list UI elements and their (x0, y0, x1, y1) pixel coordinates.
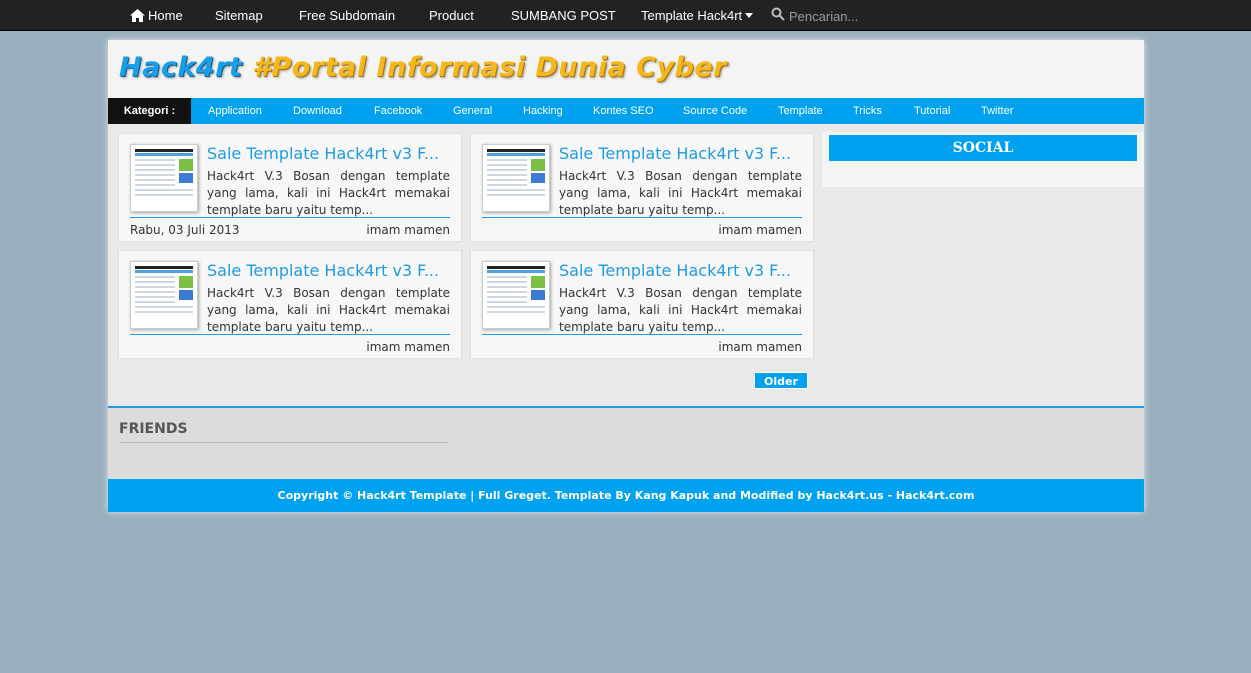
nav-item-label: Product (429, 8, 474, 23)
category-item-general[interactable]: General (453, 98, 492, 124)
post-divider (130, 334, 450, 335)
social-widget-title: SOCIAL (829, 135, 1137, 161)
category-item-source-code[interactable]: Source Code (683, 98, 747, 124)
search-box (771, 6, 951, 26)
post-author[interactable]: imam mamen (366, 223, 450, 237)
site-title[interactable]: Hack4rt #Portal Informasi Dunia Cyber (119, 52, 727, 83)
post-thumbnail[interactable] (130, 144, 198, 212)
post-title-link[interactable]: Sale Template Hack4rt v3 F... (559, 261, 804, 280)
nav-item-product[interactable]: Product (429, 0, 474, 31)
post-title-link[interactable]: Sale Template Hack4rt v3 F... (207, 144, 452, 163)
category-item-tricks[interactable]: Tricks (853, 98, 882, 124)
category-item-tutorial[interactable]: Tutorial (914, 98, 950, 124)
category-item-twitter[interactable]: Twitter (981, 98, 1013, 124)
category-item-download[interactable]: Download (293, 98, 342, 124)
search-icon (771, 7, 785, 21)
post-divider (482, 217, 802, 218)
nav-item-label: Template Hack4rt (641, 8, 743, 23)
main-container: Hack4rt #Portal Informasi Dunia Cyber Ka… (108, 40, 1144, 512)
post-excerpt: Hack4rt V.3 Bosan dengan template yang l… (559, 169, 802, 217)
post-title-link[interactable]: Sale Template Hack4rt v3 F... (559, 144, 804, 163)
post-excerpt: Hack4rt V.3 Bosan dengan template yang l… (207, 286, 450, 334)
category-item-kontes-seo[interactable]: Kontes SEO (593, 98, 654, 124)
top-navigation-bar: Home Sitemap Free Subdomain Product SUMB… (0, 0, 1251, 31)
sidebar-social-widget: SOCIAL (822, 132, 1144, 187)
post-card: Sale Template Hack4rt v3 F... Hack4rt V.… (119, 134, 461, 241)
site-title-tagline: #Portal Informasi Dunia Cyber (252, 52, 727, 83)
category-item-application[interactable]: Application (208, 98, 262, 124)
post-card: Sale Template Hack4rt v3 F... Hack4rt V.… (119, 251, 461, 358)
post-excerpt: Hack4rt V.3 Bosan dengan template yang l… (559, 286, 802, 334)
post-author[interactable]: imam mamen (718, 340, 802, 354)
nav-item-label: Free Subdomain (299, 8, 396, 23)
site-title-brand: Hack4rt (119, 52, 243, 83)
post-card: Sale Template Hack4rt v3 F... Hack4rt V.… (471, 134, 813, 241)
friends-widget: FRIENDS (108, 406, 1144, 479)
nav-item-free-subdomain[interactable]: Free Subdomain (299, 0, 395, 31)
nav-item-template-hack4rt[interactable]: Template Hack4rt (641, 0, 754, 31)
older-posts-button[interactable]: Older (754, 372, 808, 389)
caret-down-icon (745, 13, 754, 18)
friends-widget-title: FRIENDS (119, 421, 188, 437)
post-title-link[interactable]: Sale Template Hack4rt v3 F... (207, 261, 452, 280)
nav-item-label: Home (148, 8, 183, 23)
home-icon (130, 9, 145, 22)
post-thumbnail[interactable] (482, 261, 550, 329)
category-label: Kategori : (108, 98, 191, 124)
nav-item-home[interactable]: Home (130, 0, 183, 31)
category-item-hacking[interactable]: Hacking (523, 98, 563, 124)
post-date: Rabu, 03 Juli 2013 (130, 223, 240, 237)
site-header: Hack4rt #Portal Informasi Dunia Cyber (108, 40, 1144, 98)
search-input[interactable] (789, 6, 949, 26)
category-item-facebook[interactable]: Facebook (374, 98, 422, 124)
nav-item-label: SUMBANG POST (511, 8, 616, 23)
post-thumbnail[interactable] (130, 261, 198, 329)
category-bar: Kategori : Application Download Facebook… (108, 98, 1144, 124)
post-divider (482, 334, 802, 335)
nav-item-sumbang-post[interactable]: SUMBANG POST (511, 0, 616, 31)
post-excerpt: Hack4rt V.3 Bosan dengan template yang l… (207, 169, 450, 217)
category-item-template[interactable]: Template (778, 98, 823, 124)
friends-divider (119, 442, 449, 443)
post-author[interactable]: imam mamen (718, 223, 802, 237)
site-footer: Copyright © Hack4rt Template | Full Greg… (108, 479, 1144, 512)
post-divider (130, 217, 450, 218)
nav-item-label: Sitemap (215, 8, 263, 23)
post-thumbnail[interactable] (482, 144, 550, 212)
post-card: Sale Template Hack4rt v3 F... Hack4rt V.… (471, 251, 813, 358)
post-author[interactable]: imam mamen (366, 340, 450, 354)
nav-item-sitemap[interactable]: Sitemap (215, 0, 263, 31)
